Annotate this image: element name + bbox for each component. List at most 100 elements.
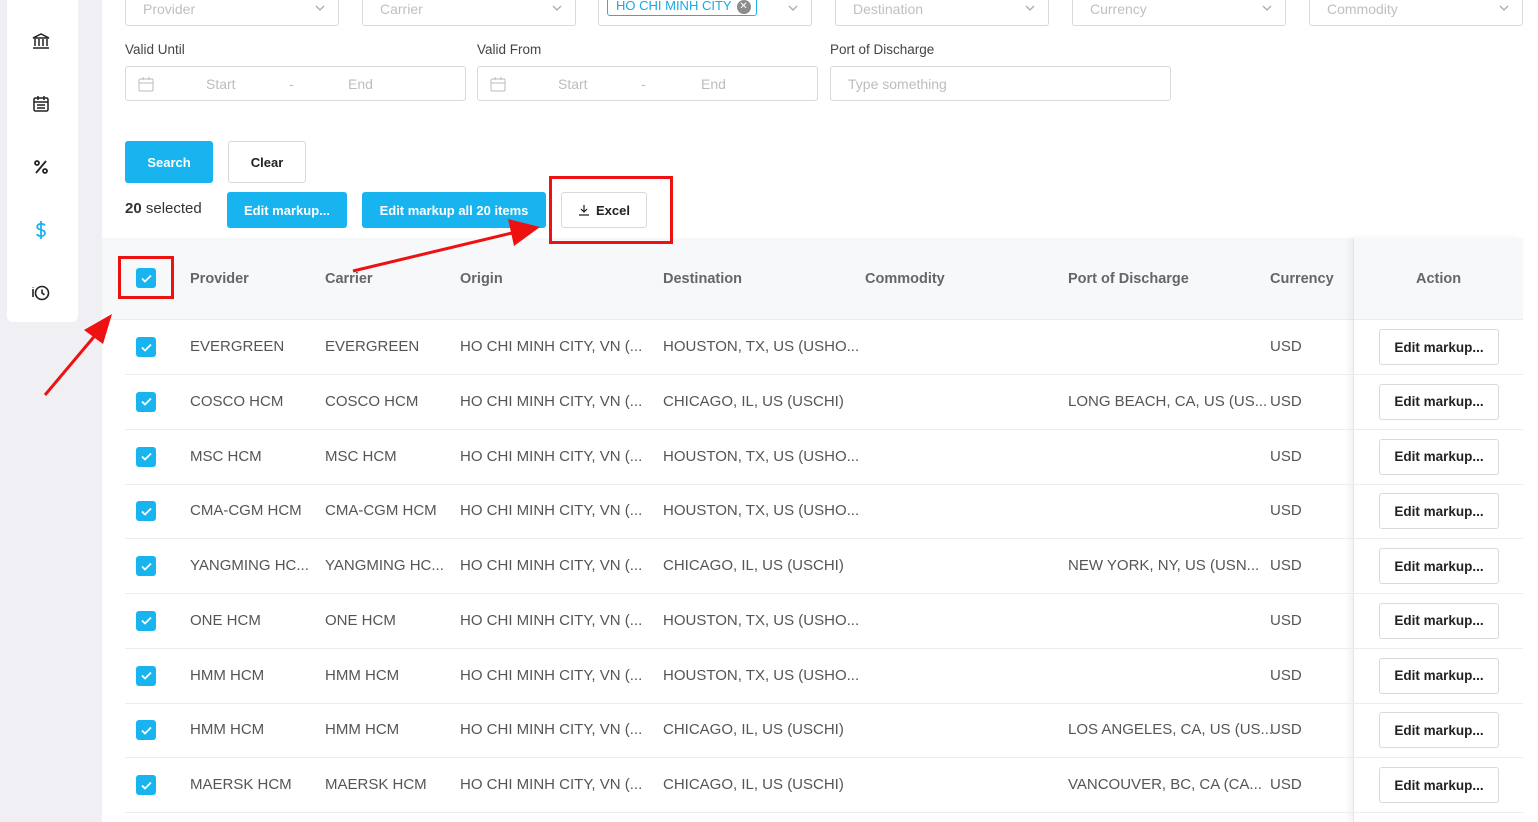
valid-until-label: Valid Until bbox=[125, 42, 185, 57]
cell-destination: CHICAGO, IL, US (USCHI) bbox=[663, 557, 844, 574]
row-edit-markup-button[interactable]: Edit markup... bbox=[1379, 383, 1499, 420]
annotation-box-excel bbox=[549, 176, 673, 244]
origin-tag-label: HO CHI MINH CITY bbox=[616, 0, 732, 13]
cell-carrier: HMM HCM bbox=[325, 666, 400, 684]
check-icon bbox=[140, 562, 152, 571]
header-currency[interactable]: Currency bbox=[1270, 271, 1334, 287]
cell-currency: USD bbox=[1270, 557, 1302, 574]
row-checkbox[interactable] bbox=[136, 446, 156, 467]
calendar-icon bbox=[138, 77, 154, 92]
port-of-discharge-label: Port of Discharge bbox=[830, 42, 935, 57]
range-end[interactable]: End bbox=[348, 76, 373, 92]
cell-destination: HOUSTON, TX, US (USHO... bbox=[663, 666, 860, 684]
cell-provider: COSCO HCM bbox=[190, 392, 284, 410]
row-checkbox[interactable] bbox=[136, 391, 156, 412]
row-edit-markup-button[interactable]: Edit markup... bbox=[1379, 438, 1499, 475]
cell-currency: USD bbox=[1270, 721, 1302, 739]
cell-destination: HOUSTON, TX, US (USHO... bbox=[663, 502, 860, 520]
row-edit-markup-button[interactable]: Edit markup... bbox=[1379, 602, 1499, 639]
percent-icon[interactable] bbox=[28, 154, 54, 180]
header-carrier[interactable]: Carrier bbox=[325, 271, 373, 287]
edit-markup-selected-button[interactable]: Edit markup... bbox=[227, 192, 347, 228]
cell-carrier: MSC HCM bbox=[325, 447, 397, 465]
bank-icon[interactable] bbox=[28, 28, 54, 54]
cell-provider: MAERSK HCM bbox=[190, 776, 292, 793]
check-icon bbox=[140, 781, 152, 790]
row-checkbox[interactable] bbox=[136, 337, 156, 357]
row-checkbox[interactable] bbox=[136, 556, 156, 576]
cell-currency: USD bbox=[1270, 447, 1302, 465]
search-button[interactable]: Search bbox=[125, 141, 213, 183]
origin-tag: HO CHI MINH CITY ✕ bbox=[607, 0, 757, 16]
chevron-down-icon bbox=[1025, 5, 1035, 11]
row-edit-markup-button[interactable]: Edit markup... bbox=[1379, 712, 1499, 749]
selected-count: 20 bbox=[125, 200, 142, 217]
provider-select[interactable]: Provider bbox=[125, 0, 339, 26]
cell-carrier: HMM HCM bbox=[325, 721, 400, 739]
row-edit-markup-button[interactable]: Edit markup... bbox=[1379, 548, 1499, 584]
calendar-icon[interactable] bbox=[28, 91, 54, 117]
cell-destination: CHICAGO, IL, US (USCHI) bbox=[663, 392, 844, 410]
cell-carrier: MAERSK HCM bbox=[325, 776, 427, 793]
origin-select[interactable]: HO CHI MINH CITY ✕ bbox=[598, 0, 812, 26]
clear-button[interactable]: Clear bbox=[228, 141, 306, 183]
header-destination[interactable]: Destination bbox=[663, 271, 742, 287]
row-checkbox[interactable] bbox=[136, 610, 156, 631]
row-edit-markup-button[interactable]: Edit markup... bbox=[1379, 329, 1499, 365]
selected-count-text: 20 selected bbox=[125, 200, 202, 217]
chevron-down-icon bbox=[315, 5, 325, 11]
cell-carrier: COSCO HCM bbox=[325, 392, 419, 410]
row-checkbox[interactable] bbox=[136, 665, 156, 686]
history-icon[interactable] bbox=[28, 280, 54, 306]
range-start[interactable]: Start bbox=[558, 76, 588, 92]
cell-origin: HO CHI MINH CITY, VN (... bbox=[460, 392, 643, 410]
row-edit-markup-button[interactable]: Edit markup... bbox=[1379, 767, 1499, 803]
cell-origin: HO CHI MINH CITY, VN (... bbox=[460, 447, 643, 465]
chevron-down-icon bbox=[552, 5, 562, 11]
row-checkbox[interactable] bbox=[136, 775, 156, 795]
cell-port: NEW YORK, NY, US (USN... bbox=[1068, 557, 1260, 574]
chevron-down-icon bbox=[788, 5, 798, 11]
check-icon bbox=[140, 343, 152, 352]
cell-port: LOS ANGELES, CA, US (US... bbox=[1068, 721, 1274, 739]
row-edit-markup-button[interactable]: Edit markup... bbox=[1379, 493, 1499, 530]
header-port-of-discharge[interactable]: Port of Discharge bbox=[1068, 271, 1189, 287]
cell-port: LONG BEACH, CA, US (US... bbox=[1068, 392, 1268, 410]
currency-select[interactable]: Currency bbox=[1072, 0, 1286, 26]
check-icon bbox=[140, 507, 152, 516]
cell-carrier: ONE HCM bbox=[325, 611, 396, 629]
selected-word: selected bbox=[145, 200, 202, 217]
port-of-discharge-input[interactable] bbox=[830, 66, 1171, 101]
range-start[interactable]: Start bbox=[206, 76, 236, 92]
range-end[interactable]: End bbox=[701, 76, 726, 92]
header-commodity[interactable]: Commodity bbox=[865, 271, 945, 287]
header-provider[interactable]: Provider bbox=[190, 271, 249, 287]
cell-destination: HOUSTON, TX, US (USHO... bbox=[663, 611, 860, 629]
sidebar bbox=[7, 0, 78, 322]
cell-origin: HO CHI MINH CITY, VN (... bbox=[460, 721, 643, 739]
carrier-select[interactable]: Carrier bbox=[362, 0, 576, 26]
edit-markup-all-button[interactable]: Edit markup all 20 items bbox=[362, 192, 546, 228]
valid-from-label: Valid From bbox=[477, 42, 542, 57]
cell-carrier: CMA-CGM HCM bbox=[325, 502, 437, 520]
commodity-select[interactable]: Commodity bbox=[1309, 0, 1523, 26]
valid-from-range[interactable]: Start - End bbox=[477, 66, 818, 101]
destination-select[interactable]: Destination bbox=[835, 0, 1049, 26]
cell-currency: USD bbox=[1270, 776, 1302, 793]
annotation-box-select-all bbox=[118, 256, 174, 299]
dollar-icon[interactable] bbox=[28, 217, 54, 243]
calendar-icon bbox=[490, 77, 506, 92]
cell-provider: YANGMING HC... bbox=[190, 557, 309, 574]
range-separator: - bbox=[289, 76, 294, 92]
row-checkbox[interactable] bbox=[136, 501, 156, 522]
row-edit-markup-button[interactable]: Edit markup... bbox=[1379, 657, 1499, 694]
cell-provider: EVERGREEN bbox=[190, 338, 285, 355]
remove-tag-icon[interactable]: ✕ bbox=[736, 0, 751, 14]
destination-placeholder: Destination bbox=[853, 1, 924, 17]
row-checkbox[interactable] bbox=[136, 720, 156, 741]
cell-currency: USD bbox=[1270, 502, 1302, 520]
valid-until-range[interactable]: Start - End bbox=[125, 66, 466, 101]
carrier-placeholder: Carrier bbox=[380, 1, 423, 17]
cell-provider: HMM HCM bbox=[190, 666, 265, 684]
header-origin[interactable]: Origin bbox=[460, 271, 503, 287]
